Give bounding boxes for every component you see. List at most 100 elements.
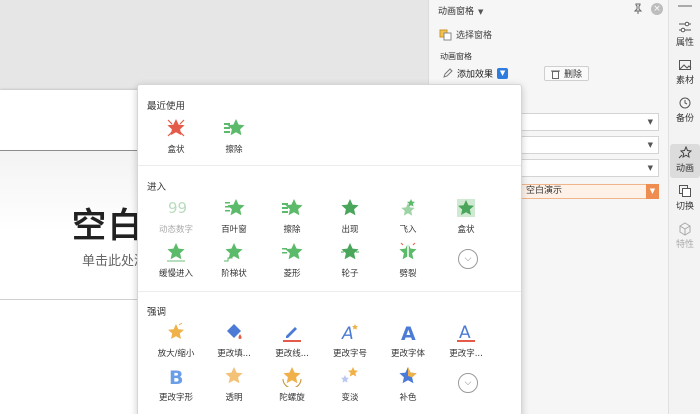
cube-icon bbox=[679, 222, 691, 236]
diamond-effect-icon bbox=[281, 241, 303, 263]
trash-icon bbox=[551, 70, 560, 79]
svg-text:A: A bbox=[341, 324, 354, 343]
delete-button[interactable]: 删除 bbox=[544, 66, 590, 81]
sidebar-item-assets[interactable]: 素材 bbox=[670, 56, 700, 90]
slide-title[interactable]: 空白 bbox=[72, 198, 144, 247]
wipe-effect-icon bbox=[223, 117, 245, 139]
effect-label: 菱形 bbox=[283, 269, 301, 279]
more-emphasis-button[interactable]: ⌵ bbox=[458, 373, 478, 393]
animation-list-item[interactable]: 空白演示 ▼ bbox=[521, 184, 659, 199]
chevron-down-icon: ▼ bbox=[647, 118, 653, 126]
effect-label: 陀螺旋 bbox=[279, 393, 305, 403]
effect-split[interactable]: 劈裂 bbox=[379, 241, 437, 279]
select-pane-icon bbox=[439, 29, 452, 40]
add-effect-label: 添加效果 bbox=[457, 70, 494, 80]
complementary-star-icon bbox=[397, 365, 419, 387]
chevron-down-icon[interactable]: ▼ bbox=[497, 68, 509, 79]
effect-box-entrance[interactable]: 盒状 bbox=[437, 197, 495, 235]
pin-icon[interactable] bbox=[632, 3, 644, 15]
sidebar-item-label: 素材 bbox=[675, 76, 694, 86]
chevron-down-icon: ⌵ bbox=[464, 254, 472, 264]
pen-line-icon bbox=[281, 321, 303, 343]
transition-icon bbox=[679, 185, 691, 197]
effect-change-font-color[interactable]: A 更改字... bbox=[437, 321, 495, 359]
effect-change-font-size[interactable]: A 更改字号 bbox=[321, 321, 379, 359]
add-effect-button[interactable]: 添加效果 ▼ bbox=[442, 67, 509, 80]
effect-complementary-color[interactable]: 补色 bbox=[379, 365, 437, 403]
sidebar-item-features[interactable]: 特性 bbox=[670, 220, 700, 254]
effect-wipe[interactable]: 擦除 bbox=[205, 117, 263, 155]
chevron-down-icon[interactable]: ▼ bbox=[646, 184, 659, 199]
effect-box[interactable]: 盒状 bbox=[147, 117, 205, 155]
split-effect-icon bbox=[397, 241, 419, 263]
effect-crawl-in[interactable]: 缓慢进入 bbox=[147, 241, 205, 279]
effect-label: 劈裂 bbox=[399, 269, 417, 279]
effect-change-font-style[interactable]: B 更改字形 bbox=[147, 365, 205, 403]
effect-diamond[interactable]: 菱形 bbox=[263, 241, 321, 279]
effect-label: 补色 bbox=[399, 393, 417, 403]
property-dropdown[interactable]: ▼ bbox=[521, 136, 659, 154]
speed-dropdown[interactable]: ▼ bbox=[521, 159, 659, 177]
effect-label: 擦除 bbox=[225, 145, 243, 155]
effect-change-fill[interactable]: 更改填... bbox=[205, 321, 263, 359]
start-dropdown[interactable]: ▼ bbox=[521, 113, 659, 131]
effect-transparency[interactable]: 透明 bbox=[205, 365, 263, 403]
spin-star-icon bbox=[281, 365, 303, 389]
grip-handle bbox=[678, 5, 692, 7]
chevron-down-icon: ⌵ bbox=[464, 378, 472, 388]
transparency-star-icon bbox=[223, 365, 245, 387]
star-motion-icon bbox=[678, 146, 692, 159]
effect-label: 更改字号 bbox=[332, 349, 367, 359]
chevron-down-icon: ▼ bbox=[478, 8, 484, 16]
stairs-effect-icon bbox=[223, 241, 245, 263]
sidebar-item-label: 备份 bbox=[675, 114, 694, 124]
effect-change-font[interactable]: A 更改字体 bbox=[379, 321, 437, 359]
add-effect-dropdown: 最近使用 盒状 擦除 进入 99 动态数字 百叶窗 擦除 出现 飞入 盒状 缓慢… bbox=[137, 84, 522, 414]
sidebar-item-properties[interactable]: 属性 bbox=[670, 18, 700, 52]
font-color-icon: A bbox=[455, 321, 477, 343]
effect-wipe-entrance[interactable]: 擦除 bbox=[263, 197, 321, 235]
wheel-effect-icon bbox=[339, 241, 361, 263]
effect-fade[interactable]: 变淡 bbox=[321, 365, 379, 403]
blinds-effect-icon bbox=[223, 197, 245, 219]
select-pane-button[interactable]: 选择窗格 bbox=[439, 28, 492, 41]
dynamic-number-icon: 99 bbox=[165, 197, 187, 219]
effect-label: 更改字... bbox=[449, 349, 483, 359]
divider bbox=[138, 165, 521, 166]
effect-label: 百叶窗 bbox=[221, 225, 247, 235]
effect-label: 出现 bbox=[341, 225, 359, 235]
effect-change-line[interactable]: 更改线... bbox=[263, 321, 321, 359]
sidebar-item-label: 特性 bbox=[675, 240, 694, 250]
effect-fly-in[interactable]: 飞入 bbox=[379, 197, 437, 235]
font-icon: A bbox=[397, 321, 419, 345]
right-sidebar: 属性 素材 备份 动画 切换 特性 bbox=[668, 0, 700, 414]
effect-appear[interactable]: 出现 bbox=[321, 197, 379, 235]
history-icon bbox=[679, 97, 691, 109]
effect-label: 放大/缩小 bbox=[157, 349, 195, 359]
font-size-icon: A bbox=[339, 321, 361, 344]
more-entrance-button[interactable]: ⌵ bbox=[458, 249, 478, 269]
effect-wheel[interactable]: 轮子 bbox=[321, 241, 379, 279]
animation-item-label: 空白演示 bbox=[526, 186, 563, 196]
effect-stairs[interactable]: 阶梯状 bbox=[205, 241, 263, 279]
close-icon[interactable]: × bbox=[651, 3, 663, 15]
effect-grow-shrink[interactable]: 放大/缩小 bbox=[147, 321, 205, 359]
effect-spin[interactable]: 陀螺旋 bbox=[263, 365, 321, 403]
pane-title[interactable]: 动画窗格 ▼ bbox=[438, 4, 483, 17]
bold-icon: B bbox=[165, 365, 187, 389]
sidebar-item-animation[interactable]: 动画 bbox=[670, 144, 700, 178]
sliders-icon bbox=[679, 21, 691, 33]
pane-subtitle: 动画窗格 bbox=[440, 52, 472, 61]
sidebar-item-transition[interactable]: 切换 bbox=[670, 182, 700, 216]
chevron-down-icon: ▼ bbox=[647, 141, 653, 149]
effect-label: 擦除 bbox=[283, 225, 301, 235]
paint-bucket-icon bbox=[223, 321, 245, 343]
image-icon bbox=[679, 60, 692, 70]
sidebar-item-label: 切换 bbox=[675, 202, 694, 212]
grow-shrink-effect-icon bbox=[165, 321, 187, 343]
effect-blinds[interactable]: 百叶窗 bbox=[205, 197, 263, 235]
effect-dynamic-number[interactable]: 99 动态数字 bbox=[147, 197, 205, 235]
sidebar-item-backup[interactable]: 备份 bbox=[670, 94, 700, 128]
effect-label: 阶梯状 bbox=[221, 269, 247, 279]
effect-label: 更改线... bbox=[275, 349, 309, 359]
